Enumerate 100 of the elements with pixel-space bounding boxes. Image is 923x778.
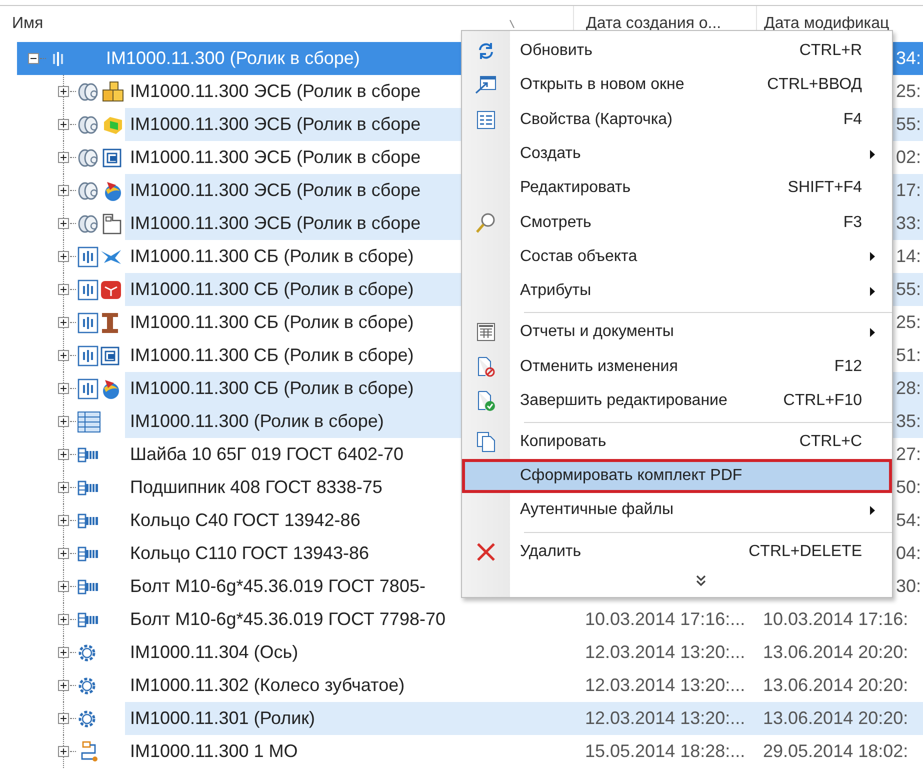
expander-icon[interactable] xyxy=(58,647,69,658)
tree-item[interactable]: IM1000.11.300 СБ (Ролик в сборе) xyxy=(0,306,461,339)
tree-item[interactable]: Болт М10-6g*45.36.019 ГОСТ 7798-70 xyxy=(0,603,461,636)
column-header[interactable]: Имя xyxy=(12,15,44,33)
menu-item[interactable]: Смотреть F3 xyxy=(462,205,892,240)
tree-item[interactable]: IM1000.11.300 ЭСБ (Ролик в сборе xyxy=(0,75,461,108)
expander-icon[interactable] xyxy=(58,482,69,493)
modification-date: 55: xyxy=(896,279,921,299)
menu-item[interactable]: Создать xyxy=(462,136,892,172)
tree-item[interactable]: Подшипник 408 ГОСТ 8338-75 xyxy=(0,471,461,504)
part-icon xyxy=(77,578,99,596)
item-name: IM1000.11.300 ЭСБ (Ролик в сборе xyxy=(129,114,421,135)
submenu-arrow-icon xyxy=(870,150,875,159)
gear-icon xyxy=(77,676,97,696)
modification-date: 54: xyxy=(896,510,921,530)
refresh-icon xyxy=(476,41,496,62)
expander-icon[interactable] xyxy=(58,152,69,163)
menu-item[interactable]: Открыть в новом окне CTRL+ВВОД xyxy=(462,68,892,103)
menu-item[interactable]: Состав объекта xyxy=(462,240,892,274)
tree-item[interactable]: IM1000.11.300 ЭСБ (Ролик в сборе xyxy=(0,141,461,174)
expander-icon[interactable] xyxy=(58,383,69,394)
item-name: IM1000.11.300 1 МО xyxy=(129,741,298,762)
sheet-icon xyxy=(102,212,122,234)
properties-icon xyxy=(476,110,496,130)
expander-icon[interactable] xyxy=(58,680,69,691)
new-window-icon xyxy=(475,75,497,96)
creation-date: 12.03.2014 13:20:... xyxy=(585,675,746,695)
modification-date: 35: xyxy=(896,411,921,431)
expander-icon[interactable] xyxy=(58,746,69,757)
expander-icon[interactable] xyxy=(58,548,69,559)
column-header[interactable]: Дата создания о... xyxy=(586,15,722,33)
item-name: IM1000.11.300 СБ (Ролик в сборе) xyxy=(129,345,414,366)
item-name: IM1000.11.300 СБ (Ролик в сборе) xyxy=(129,378,414,399)
modification-date: 04: xyxy=(896,543,921,563)
part-icon xyxy=(77,512,99,530)
sort-icon xyxy=(509,20,515,28)
expander-icon[interactable] xyxy=(58,119,69,130)
assembly-icon xyxy=(77,344,99,366)
item-name: Кольцо С110 ГОСТ 13943-86 xyxy=(129,543,370,564)
modification-date: 29.05.2014 18:02: xyxy=(763,741,908,761)
tree-item[interactable]: IM1000.11.300 1 МО xyxy=(0,735,461,768)
expander-icon[interactable] xyxy=(58,185,69,196)
expander-icon[interactable] xyxy=(58,614,69,625)
modification-date: 30: xyxy=(896,576,921,596)
tree-item[interactable]: Кольцо С110 ГОСТ 13943-86 xyxy=(0,537,461,570)
item-name: Шайба 10 65Г 019 ГОСТ 6402-70 xyxy=(129,444,404,465)
item-name: Кольцо С40 ГОСТ 13942-86 xyxy=(129,510,360,531)
part-icon xyxy=(77,446,99,464)
menu-item[interactable]: Сформировать комплект PDF xyxy=(462,458,892,494)
modification-date: 51: xyxy=(896,345,921,365)
menu-item[interactable]: Отменить изменения F12 xyxy=(462,349,892,384)
item-name: IM1000.11.301 (Ролик) xyxy=(129,708,316,729)
submenu-arrow-icon xyxy=(870,286,875,296)
expander-icon[interactable] xyxy=(58,284,69,295)
expander-icon[interactable] xyxy=(58,416,69,427)
item-name: IM1000.11.300 (Ролик в сборе) xyxy=(129,411,384,432)
beam-icon xyxy=(100,312,120,334)
item-name: IM1000.11.300 (Ролик в сборе) xyxy=(105,48,360,69)
creation-date: 15.05.2014 18:28:... xyxy=(585,741,746,761)
menu-item[interactable]: Редактировать SHIFT+F4 xyxy=(462,171,892,206)
tree-item[interactable]: Болт М10-6g*45.36.019 ГОСТ 7805- xyxy=(0,570,461,603)
menu-item[interactable]: Завершить редактирование CTRL+F10 xyxy=(462,384,892,418)
part-icon xyxy=(77,610,99,628)
menu-item[interactable]: Атрибуты xyxy=(462,274,892,308)
column-header[interactable]: Дата модификац xyxy=(764,15,890,33)
expander-icon[interactable] xyxy=(58,218,69,229)
expander-icon[interactable] xyxy=(58,515,69,526)
expander-icon[interactable] xyxy=(58,449,69,460)
expander-icon[interactable] xyxy=(58,350,69,361)
part-icon xyxy=(77,478,99,496)
tree-item[interactable]: IM1000.11.302 (Колесо зубчатое) xyxy=(0,669,461,702)
submenu-arrow-icon xyxy=(870,328,875,337)
copy-icon xyxy=(476,430,496,453)
menu-item[interactable]: Обновить CTRL+R xyxy=(462,34,892,68)
expander-icon[interactable] xyxy=(58,86,69,97)
gear-icon xyxy=(77,642,97,662)
modification-date: 13.06.2014 20:20: xyxy=(763,708,908,728)
assembly-icon xyxy=(77,378,99,400)
item-name: IM1000.11.300 ЭСБ (Ролик в сборе xyxy=(129,180,421,201)
report-icon xyxy=(476,322,496,342)
item-name: Болт М10-6g*45.36.019 ГОСТ 7805- xyxy=(129,576,426,597)
menu-item[interactable]: Свойства (Карточка) F4 xyxy=(462,102,892,137)
tree-item[interactable]: IM1000.11.304 (Ось) xyxy=(0,636,461,669)
expander-icon[interactable] xyxy=(58,713,69,724)
modification-date: 28: xyxy=(896,378,921,398)
menu-item[interactable]: Аутентичные файлы xyxy=(462,493,892,528)
tree-item[interactable]: IM1000.11.300 СБ (Ролик в сборе) xyxy=(0,240,461,273)
modification-date: 27: xyxy=(896,444,921,464)
expander-icon[interactable] xyxy=(58,581,69,592)
delete-icon xyxy=(476,542,496,562)
expander-icon[interactable] xyxy=(28,53,39,64)
more-items-icon[interactable] xyxy=(696,574,706,587)
tree-item[interactable]: Кольцо С40 ГОСТ 13942-86 xyxy=(0,504,461,537)
expander-icon[interactable] xyxy=(58,317,69,328)
expander-icon[interactable] xyxy=(58,251,69,262)
tree-item[interactable]: Шайба 10 65Г 019 ГОСТ 6402-70 xyxy=(0,438,461,471)
modification-date: 25: xyxy=(896,312,921,332)
tree-item[interactable]: IM1000.11.300 СБ (Ролик в сборе) xyxy=(0,339,461,372)
item-name: IM1000.11.300 ЭСБ (Ролик в сборе xyxy=(129,81,421,102)
frame-icon xyxy=(102,148,122,168)
